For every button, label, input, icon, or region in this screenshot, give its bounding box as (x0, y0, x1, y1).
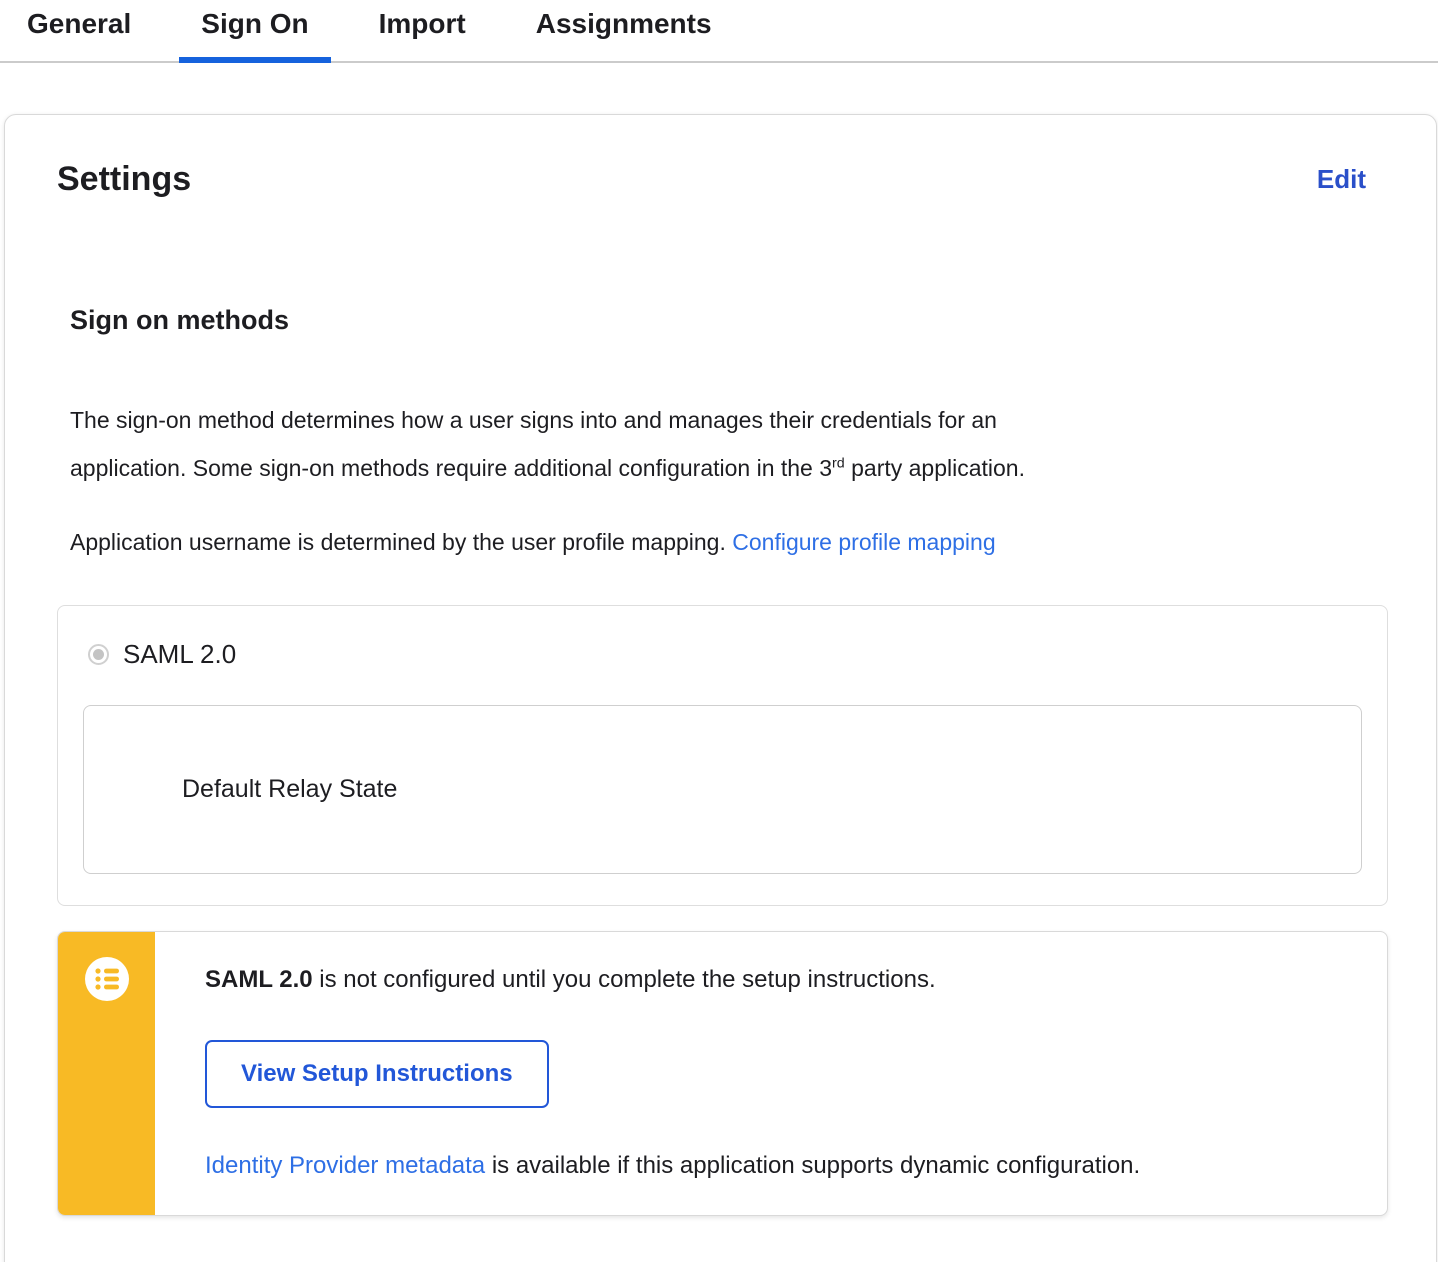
sign-on-methods-heading: Sign on methods (70, 305, 289, 335)
username-mapping-text: Application username is determined by th… (70, 529, 733, 555)
default-relay-state-field[interactable]: Default Relay State (83, 705, 1362, 874)
sign-on-methods-description: The sign-on method determines how a user… (70, 396, 1388, 492)
callout-body: SAML 2.0 is not configured until you com… (155, 932, 1387, 1215)
settings-title: Settings (57, 160, 192, 198)
identity-provider-metadata-link[interactable]: Identity Provider metadata (205, 1152, 485, 1179)
app-tab-bar: General Sign On Import Assignments (0, 0, 1438, 63)
tab-general-label: General (27, 8, 132, 39)
description-line1: The sign-on method determines how a user… (70, 407, 997, 433)
callout-message-bold: SAML 2.0 (205, 966, 313, 993)
default-relay-state-label: Default Relay State (182, 775, 398, 803)
saml-radio-button[interactable] (88, 644, 109, 665)
saml-radio-label: SAML 2.0 (123, 639, 237, 669)
callout-message-rest: is not configured until you complete the… (312, 966, 936, 993)
description-line2-start: application. Some sign-on methods requir… (70, 455, 833, 481)
metadata-rest: is available if this application support… (485, 1152, 1141, 1179)
tab-import[interactable]: Import (357, 0, 488, 61)
tab-sign-on-label: Sign On (201, 8, 309, 39)
description-superscript: rd (832, 455, 845, 472)
list-icon (84, 957, 129, 1001)
settings-card: Settings Edit Sign on methods The sign-o… (4, 114, 1437, 1262)
callout-message: SAML 2.0 is not configured until you com… (205, 966, 1357, 994)
description-line2-end: party application. (844, 455, 1025, 481)
username-mapping-line: Application username is determined by th… (70, 518, 1388, 566)
tab-general[interactable]: General (5, 0, 153, 61)
tab-assignments-label: Assignments (535, 8, 712, 39)
saml-radio-row: SAML 2.0 (58, 639, 1387, 670)
tab-assignments[interactable]: Assignments (514, 0, 734, 61)
configure-profile-mapping-link[interactable]: Configure profile mapping (732, 529, 995, 555)
saml-setup-callout: SAML 2.0 is not configured until you com… (57, 931, 1388, 1216)
view-setup-instructions-button[interactable]: View Setup Instructions (205, 1040, 549, 1108)
saml-option-box: SAML 2.0 Default Relay State (57, 605, 1388, 906)
tab-import-label: Import (378, 8, 466, 39)
tab-sign-on[interactable]: Sign On (179, 0, 331, 63)
callout-warning-strip (58, 932, 155, 1215)
metadata-line: Identity Provider metadata is available … (205, 1152, 1357, 1180)
settings-header: Settings Edit (57, 160, 1388, 199)
edit-link[interactable]: Edit (1317, 164, 1366, 195)
